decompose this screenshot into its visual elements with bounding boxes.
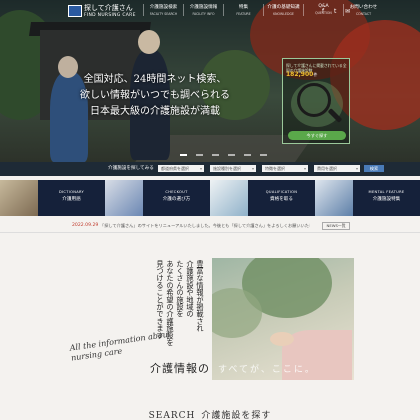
slider-dot[interactable]: [228, 154, 235, 156]
caregiver-image: [210, 180, 248, 216]
intro-script-text: All the information about nursing care: [69, 329, 172, 363]
category-jp: 資格を取る: [270, 197, 293, 202]
photo-hands: [270, 332, 294, 346]
logo-mark[interactable]: [68, 5, 82, 17]
magnifier-icon: [297, 83, 331, 117]
news-text[interactable]: 「探して介護さん」のサイトをリニューアルいたしました。今後とも「探して介護さん」…: [100, 223, 310, 229]
category-jp: 介護用語: [62, 197, 81, 202]
quick-search-bar: 介護施設を探してみる 都道府県を選択 施設種別を選択 特徴を選択 費用を選択 検…: [0, 162, 420, 176]
nav-item-facility-info[interactable]: 介護施設情報 FACILITY INFO: [183, 4, 223, 16]
intro-vertical-line: 見つけることができます: [156, 260, 165, 340]
twitter-icon[interactable]: t: [334, 8, 336, 15]
feature-select[interactable]: 特徴を選択: [262, 165, 308, 172]
category-checkout[interactable]: CHECKOUT 介護の選び方: [105, 180, 210, 216]
caregiver-head: [138, 30, 160, 54]
category-dictionary[interactable]: DICTIONARY 介護用語: [0, 180, 105, 216]
category-en: QUALIFICATION: [265, 190, 298, 194]
section-heading-en: SEARCH: [148, 411, 196, 420]
section-heading-search: SEARCH 介護施設を探す: [0, 408, 420, 420]
slider-dot[interactable]: [196, 154, 203, 156]
facebook-icon[interactable]: f: [322, 8, 324, 15]
intro-vertical-line: たくさんの施設を: [176, 260, 185, 318]
section-heading-jp: 介護施設を探す: [201, 411, 272, 420]
category-jp: 介護施設特集: [372, 197, 401, 202]
category-feature[interactable]: MENTAL FEATURE 介護施設特集: [315, 180, 420, 216]
news-date: 2022.09.29: [72, 223, 99, 228]
slider-dot[interactable]: [180, 154, 187, 156]
category-en: CHECKOUT: [165, 190, 188, 194]
intro-vertical-line: 介護施設や地域の: [186, 260, 195, 318]
hero-slider: 探して介護さん FIND NURSING CARE 介護施設検索 FACILITY…: [0, 0, 420, 175]
widget-count: 182,900件: [286, 71, 318, 78]
facility-count-widget: 探して介護さんに掲載されている全国の介護施設数 182,900件 今すぐ探す: [282, 58, 350, 144]
category-qualification[interactable]: QUALIFICATION 資格を取る: [210, 180, 315, 216]
slider-dot[interactable]: [212, 154, 219, 156]
category-jp: 介護の選び方: [162, 197, 191, 202]
news-list-button[interactable]: NEWS一覧: [322, 222, 350, 230]
category-en: DICTIONARY: [58, 190, 85, 194]
nav-item-facility-search[interactable]: 介護施設検索 FACILITY SEARCH: [143, 4, 183, 16]
hero-line-1: 全国対応、24時間ネット検索、: [83, 74, 227, 85]
mail-icon[interactable]: ✉: [345, 8, 350, 15]
prefecture-select[interactable]: 都道府県を選択: [158, 165, 204, 172]
slider-pagination: [180, 154, 267, 156]
consultation-image: [105, 180, 143, 216]
nav-item-feature[interactable]: 特集 FEATURE: [223, 4, 263, 16]
search-now-button[interactable]: 今すぐ探す: [288, 131, 346, 140]
photo-tree: [212, 288, 262, 338]
quick-search-button[interactable]: 検索: [364, 165, 384, 172]
slider-dot[interactable]: [260, 154, 267, 156]
intro-overlay-text: すべてが、ここに。: [218, 365, 316, 375]
facility-type-select[interactable]: 施設種別を選択: [210, 165, 256, 172]
cost-select[interactable]: 費用を選択: [314, 165, 360, 172]
hero-line-2: 欲しい情報がいつでも調べられる: [80, 90, 230, 101]
nav-item-knowledge[interactable]: 介護の基礎知識 KNOWLEDGE: [263, 4, 303, 16]
logo-subtitle: FIND NURSING CARE: [84, 13, 136, 18]
hero-line-3: 日本最大級の介護施設が満載: [90, 106, 220, 117]
hero-catchcopy: 全国対応、24時間ネット検索、 欲しい情報がいつでも調べられる 日本最大級の介護…: [55, 72, 255, 120]
slider-dot[interactable]: [244, 154, 251, 156]
intro-title: 介護情報の: [150, 362, 210, 375]
category-band: DICTIONARY 介護用語 CHECKOUT 介護の選び方 QUALIFICAT…: [0, 180, 420, 216]
category-en: MENTAL FEATURE: [368, 190, 405, 194]
logo-title[interactable]: 探して介護さん: [84, 3, 133, 13]
quick-search-label: 介護施設を探してみる: [108, 166, 154, 171]
news-ticker: 2022.09.29 「探して介護さん」のサイトをリニューアルいたしました。今後…: [0, 219, 420, 233]
wheelchair-image: [315, 180, 353, 216]
intro-vertical-line: 豊富な情報が掲載され: [196, 260, 205, 332]
books-image: [0, 180, 38, 216]
